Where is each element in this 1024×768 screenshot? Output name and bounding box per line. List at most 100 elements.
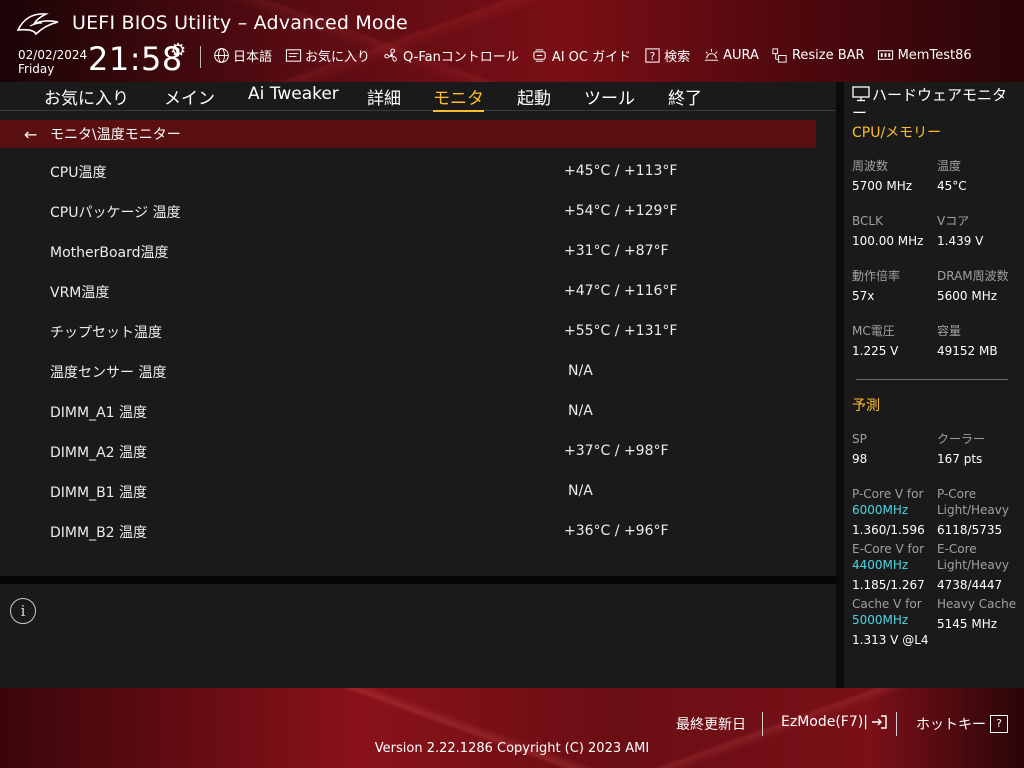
list-item[interactable]: CPUパッケージ 温度 +54°C / +129°F <box>0 192 836 232</box>
row-label: DIMM_B1 温度 <box>50 485 148 501</box>
rog-logo-icon <box>16 13 59 36</box>
tab-bar: お気に入り メイン Ai Tweaker 詳細 モニタ 起動 ツール 終了 <box>0 82 836 112</box>
row-label: DIMM_A2 温度 <box>50 445 148 461</box>
memtest-icon <box>877 47 895 65</box>
memtest-button[interactable]: MemTest86 <box>877 47 972 65</box>
pcore-lh-label: P-Core Light/Heavy <box>937 486 1009 518</box>
resize-bar-button[interactable]: Resize BAR <box>771 47 865 65</box>
cache-v-freq: 5000MHz <box>852 613 909 627</box>
list-item[interactable]: DIMM_B2 温度 +36°C / +96°F <box>0 512 836 552</box>
bclk-label: BCLK <box>852 214 883 228</box>
row-value: N/A <box>568 363 593 379</box>
exit-arrow-icon <box>871 715 887 729</box>
mc-voltage-label: MC電圧 <box>852 324 895 338</box>
list-item[interactable]: VRM温度 +47°C / +116°F <box>0 272 836 312</box>
cooler-label: クーラー <box>937 432 986 446</box>
list-item[interactable]: MotherBoard温度 +31°C / +87°F <box>0 232 836 272</box>
favorites-button[interactable]: お気に入り <box>284 46 370 65</box>
tab-monitor[interactable]: モニタ <box>433 84 484 112</box>
tab-ai-tweaker[interactable]: Ai Tweaker <box>248 84 339 104</box>
row-value: N/A <box>568 483 593 499</box>
list-item[interactable]: DIMM_A2 温度 +37°C / +98°F <box>0 432 836 472</box>
list-item[interactable]: チップセット温度 +55°C / +131°F <box>0 312 836 352</box>
row-label: VRM温度 <box>50 285 110 301</box>
tab-tool[interactable]: ツール <box>584 84 635 109</box>
list-item[interactable]: CPU温度 +45°C / +113°F <box>0 152 836 192</box>
panel-separator <box>0 576 836 584</box>
ecore-lh-label: E-Core Light/Heavy <box>937 541 1009 573</box>
sp-value: 98 <box>852 452 868 466</box>
pcore-v-value: 1.360/1.596 <box>852 523 925 537</box>
back-arrow-icon[interactable]: ← <box>24 125 46 144</box>
language-label: 日本語 <box>233 50 273 65</box>
cache-v-label-text: Cache V for <box>852 597 922 611</box>
ecore-lh-value: 4738/4447 <box>937 578 1003 592</box>
row-label: チップセット温度 <box>50 325 162 341</box>
list-item[interactable]: DIMM_B1 温度 N/A <box>0 472 836 512</box>
ecore-lh-label-text2: Light/Heavy <box>937 558 1009 572</box>
row-label: DIMM_A1 温度 <box>50 405 148 421</box>
monitor-icon <box>852 86 870 102</box>
resize-bar-label: Resize BAR <box>791 48 865 63</box>
aura-icon <box>702 47 720 65</box>
vcore-label: Vコア <box>937 214 970 228</box>
heavy-cache-value: 5145 MHz <box>937 617 998 631</box>
fan-icon <box>382 47 400 65</box>
ecore-lh-label-text: E-Core <box>937 542 977 556</box>
capacity-label: 容量 <box>937 324 962 338</box>
temperature-list: CPU温度 +45°C / +113°F CPUパッケージ 温度 +54°C /… <box>0 152 836 552</box>
resize-bar-icon <box>771 47 789 65</box>
tab-advanced[interactable]: 詳細 <box>367 84 401 109</box>
hardware-monitor-panel: ハードウェアモニター CPU/メモリー 周波数 5700 MHz 温度 45°C… <box>844 82 1024 688</box>
ai-oc-button[interactable]: AI OC ガイド <box>531 46 631 65</box>
favorites-label: お気に入り <box>305 50 371 65</box>
ecore-v-label-text: E-Core V for <box>852 542 925 556</box>
dram-label: DRAM周波数 <box>937 269 1009 283</box>
last-modified-button[interactable]: 最終更新日 <box>676 714 746 734</box>
list-item[interactable]: DIMM_A1 温度 N/A <box>0 392 836 432</box>
search-label: 検索 <box>664 50 691 65</box>
list-item[interactable]: 温度センサー 温度 N/A <box>0 352 836 392</box>
pcore-lh-label-text: P-Core <box>937 487 977 501</box>
breadcrumb-text: モニタ\温度モニター <box>50 127 181 143</box>
tab-main[interactable]: メイン <box>164 84 215 109</box>
row-value: N/A <box>568 403 593 419</box>
freq-label: 周波数 <box>852 159 889 173</box>
row-label: DIMM_B2 温度 <box>50 525 148 541</box>
search-button[interactable]: ? 検索 <box>643 46 690 65</box>
tab-exit[interactable]: 終了 <box>668 84 702 109</box>
row-label: CPUパッケージ 温度 <box>50 205 181 221</box>
pcore-v-label-text: P-Core V for <box>852 487 924 501</box>
language-button[interactable]: 日本語 <box>212 46 272 65</box>
bclk-value: 100.00 MHz <box>852 234 924 248</box>
tab-favorites[interactable]: お気に入り <box>44 84 129 109</box>
version-text: Version 2.22.1286 Copyright (C) 2023 AMI <box>374 741 650 756</box>
row-label: CPU温度 <box>50 165 107 181</box>
date-text: 02/02/2024 <box>18 48 88 62</box>
qfan-button[interactable]: Q-Fanコントロール <box>382 46 519 65</box>
ecore-v-freq: 4400MHz <box>852 558 909 572</box>
cache-v-value: 1.313 V @L4 <box>852 633 929 647</box>
row-value: +55°C / +131°F <box>564 323 678 339</box>
row-value: +37°C / +98°F <box>564 443 669 459</box>
mc-voltage-value: 1.225 V <box>852 344 899 358</box>
toolbar: 日本語 お気に入り Q-Fanコントロール AI OC ガイド ? 検索 AUR… <box>212 46 984 65</box>
heavy-cache-label: Heavy Cache <box>937 597 1017 611</box>
app-title: UEFI BIOS Utility – Advanced Mode <box>72 12 408 34</box>
tab-boot[interactable]: 起動 <box>517 84 551 109</box>
prediction-section: 予測 <box>852 398 880 414</box>
temp-label: 温度 <box>937 159 962 173</box>
header-divider <box>200 46 201 68</box>
last-modified-label: 最終更新日 <box>676 717 746 733</box>
cache-v-label: Cache V for 5000MHz <box>852 596 922 628</box>
info-panel: i <box>0 584 836 688</box>
temp-value: 45°C <box>937 179 967 193</box>
gear-icon[interactable]: ⚙ <box>170 40 186 61</box>
row-value: +45°C / +113°F <box>564 163 678 179</box>
breadcrumb[interactable]: ← モニタ\温度モニター <box>0 120 816 148</box>
hotkey-button[interactable]: ホットキー ? <box>916 714 1008 734</box>
ecore-v-value: 1.185/1.267 <box>852 578 925 592</box>
aura-button[interactable]: AURA <box>702 47 759 65</box>
pcore-lh-label-text2: Light/Heavy <box>937 503 1009 517</box>
ezmode-button[interactable]: EzMode(F7)| <box>781 714 888 730</box>
